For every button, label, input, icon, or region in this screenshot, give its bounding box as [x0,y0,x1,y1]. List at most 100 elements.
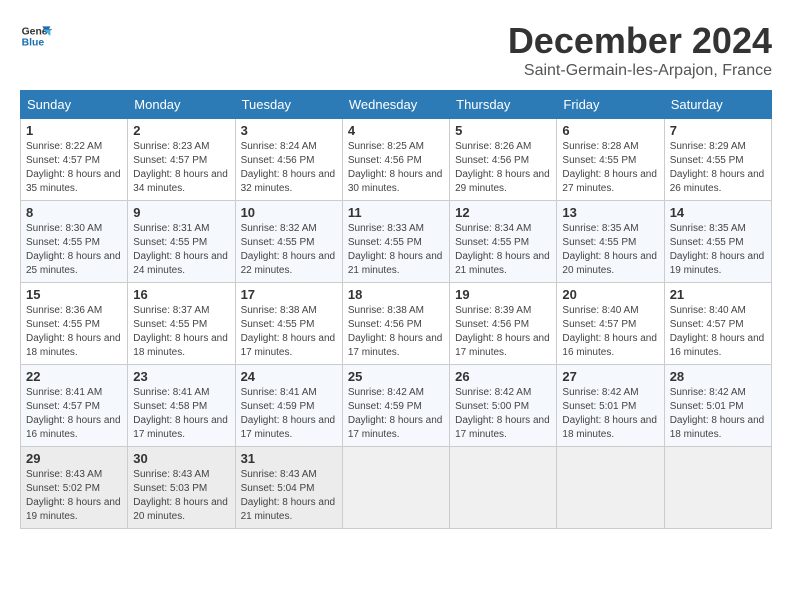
day-cell: 13 Sunrise: 8:35 AMSunset: 4:55 PMDaylig… [557,201,664,283]
day-number: 12 [455,205,551,220]
day-number: 16 [133,287,229,302]
svg-text:Blue: Blue [22,38,45,49]
calendar-header: General Blue December 2024 Saint-Germain… [20,20,772,80]
day-cell: 17 Sunrise: 8:38 AMSunset: 4:55 PMDaylig… [235,283,342,365]
day-info: Sunrise: 8:33 AMSunset: 4:55 PMDaylight:… [348,223,443,276]
day-number: 5 [455,123,551,138]
day-info: Sunrise: 8:28 AMSunset: 4:55 PMDaylight:… [562,141,657,194]
day-number: 25 [348,369,444,384]
day-cell: 10 Sunrise: 8:32 AMSunset: 4:55 PMDaylig… [235,201,342,283]
day-number: 9 [133,205,229,220]
day-number: 18 [348,287,444,302]
weekday-header-monday: Monday [128,91,235,119]
day-info: Sunrise: 8:24 AMSunset: 4:56 PMDaylight:… [241,141,336,194]
week-row-3: 15 Sunrise: 8:36 AMSunset: 4:55 PMDaylig… [21,283,772,365]
day-number: 27 [562,369,658,384]
day-cell: 25 Sunrise: 8:42 AMSunset: 4:59 PMDaylig… [342,365,449,447]
day-cell: 3 Sunrise: 8:24 AMSunset: 4:56 PMDayligh… [235,119,342,201]
day-number: 11 [348,205,444,220]
day-info: Sunrise: 8:26 AMSunset: 4:56 PMDaylight:… [455,141,550,194]
day-cell: 22 Sunrise: 8:41 AMSunset: 4:57 PMDaylig… [21,365,128,447]
day-info: Sunrise: 8:34 AMSunset: 4:55 PMDaylight:… [455,223,550,276]
weekday-header-sunday: Sunday [21,91,128,119]
day-cell: 28 Sunrise: 8:42 AMSunset: 5:01 PMDaylig… [664,365,771,447]
day-cell: 1 Sunrise: 8:22 AMSunset: 4:57 PMDayligh… [21,119,128,201]
week-row-5: 29 Sunrise: 8:43 AMSunset: 5:02 PMDaylig… [21,447,772,529]
day-cell: 8 Sunrise: 8:30 AMSunset: 4:55 PMDayligh… [21,201,128,283]
day-cell [664,447,771,529]
day-info: Sunrise: 8:38 AMSunset: 4:56 PMDaylight:… [348,305,443,358]
day-number: 22 [26,369,122,384]
day-info: Sunrise: 8:43 AMSunset: 5:02 PMDaylight:… [26,469,121,522]
day-number: 15 [26,287,122,302]
month-title: December 2024 [508,20,772,62]
day-cell: 19 Sunrise: 8:39 AMSunset: 4:56 PMDaylig… [450,283,557,365]
day-cell: 12 Sunrise: 8:34 AMSunset: 4:55 PMDaylig… [450,201,557,283]
day-number: 7 [670,123,766,138]
title-block: December 2024 Saint-Germain-les-Arpajon,… [508,20,772,80]
day-info: Sunrise: 8:39 AMSunset: 4:56 PMDaylight:… [455,305,550,358]
day-number: 1 [26,123,122,138]
day-info: Sunrise: 8:41 AMSunset: 4:58 PMDaylight:… [133,387,228,440]
day-info: Sunrise: 8:42 AMSunset: 5:01 PMDaylight:… [562,387,657,440]
day-cell: 18 Sunrise: 8:38 AMSunset: 4:56 PMDaylig… [342,283,449,365]
location-subtitle: Saint-Germain-les-Arpajon, France [508,62,772,80]
day-number: 24 [241,369,337,384]
day-cell: 24 Sunrise: 8:41 AMSunset: 4:59 PMDaylig… [235,365,342,447]
day-cell: 26 Sunrise: 8:42 AMSunset: 5:00 PMDaylig… [450,365,557,447]
day-cell: 14 Sunrise: 8:35 AMSunset: 4:55 PMDaylig… [664,201,771,283]
day-info: Sunrise: 8:40 AMSunset: 4:57 PMDaylight:… [562,305,657,358]
day-cell: 29 Sunrise: 8:43 AMSunset: 5:02 PMDaylig… [21,447,128,529]
day-number: 28 [670,369,766,384]
day-info: Sunrise: 8:22 AMSunset: 4:57 PMDaylight:… [26,141,121,194]
day-info: Sunrise: 8:42 AMSunset: 4:59 PMDaylight:… [348,387,443,440]
day-info: Sunrise: 8:31 AMSunset: 4:55 PMDaylight:… [133,223,228,276]
day-info: Sunrise: 8:42 AMSunset: 5:01 PMDaylight:… [670,387,765,440]
day-number: 8 [26,205,122,220]
day-info: Sunrise: 8:38 AMSunset: 4:55 PMDaylight:… [241,305,336,358]
day-info: Sunrise: 8:35 AMSunset: 4:55 PMDaylight:… [562,223,657,276]
weekday-header-row: SundayMondayTuesdayWednesdayThursdayFrid… [21,91,772,119]
day-info: Sunrise: 8:41 AMSunset: 4:57 PMDaylight:… [26,387,121,440]
day-cell: 20 Sunrise: 8:40 AMSunset: 4:57 PMDaylig… [557,283,664,365]
day-cell: 6 Sunrise: 8:28 AMSunset: 4:55 PMDayligh… [557,119,664,201]
day-info: Sunrise: 8:42 AMSunset: 5:00 PMDaylight:… [455,387,550,440]
week-row-1: 1 Sunrise: 8:22 AMSunset: 4:57 PMDayligh… [21,119,772,201]
day-cell: 21 Sunrise: 8:40 AMSunset: 4:57 PMDaylig… [664,283,771,365]
day-cell: 15 Sunrise: 8:36 AMSunset: 4:55 PMDaylig… [21,283,128,365]
day-number: 20 [562,287,658,302]
day-number: 30 [133,451,229,466]
weekday-header-thursday: Thursday [450,91,557,119]
day-cell: 7 Sunrise: 8:29 AMSunset: 4:55 PMDayligh… [664,119,771,201]
day-number: 29 [26,451,122,466]
day-number: 26 [455,369,551,384]
day-number: 21 [670,287,766,302]
day-info: Sunrise: 8:32 AMSunset: 4:55 PMDaylight:… [241,223,336,276]
day-cell [557,447,664,529]
day-number: 14 [670,205,766,220]
day-info: Sunrise: 8:25 AMSunset: 4:56 PMDaylight:… [348,141,443,194]
day-number: 31 [241,451,337,466]
day-number: 17 [241,287,337,302]
day-cell: 23 Sunrise: 8:41 AMSunset: 4:58 PMDaylig… [128,365,235,447]
day-cell: 16 Sunrise: 8:37 AMSunset: 4:55 PMDaylig… [128,283,235,365]
day-number: 3 [241,123,337,138]
day-number: 19 [455,287,551,302]
day-cell: 9 Sunrise: 8:31 AMSunset: 4:55 PMDayligh… [128,201,235,283]
day-number: 2 [133,123,229,138]
day-cell: 11 Sunrise: 8:33 AMSunset: 4:55 PMDaylig… [342,201,449,283]
week-row-2: 8 Sunrise: 8:30 AMSunset: 4:55 PMDayligh… [21,201,772,283]
day-info: Sunrise: 8:30 AMSunset: 4:55 PMDaylight:… [26,223,121,276]
logo-icon: General Blue [20,20,52,52]
day-number: 13 [562,205,658,220]
day-info: Sunrise: 8:40 AMSunset: 4:57 PMDaylight:… [670,305,765,358]
day-cell: 27 Sunrise: 8:42 AMSunset: 5:01 PMDaylig… [557,365,664,447]
week-row-4: 22 Sunrise: 8:41 AMSunset: 4:57 PMDaylig… [21,365,772,447]
logo: General Blue [20,20,52,52]
day-info: Sunrise: 8:43 AMSunset: 5:03 PMDaylight:… [133,469,228,522]
day-cell [450,447,557,529]
day-cell: 30 Sunrise: 8:43 AMSunset: 5:03 PMDaylig… [128,447,235,529]
day-info: Sunrise: 8:43 AMSunset: 5:04 PMDaylight:… [241,469,336,522]
day-cell: 4 Sunrise: 8:25 AMSunset: 4:56 PMDayligh… [342,119,449,201]
day-info: Sunrise: 8:29 AMSunset: 4:55 PMDaylight:… [670,141,765,194]
